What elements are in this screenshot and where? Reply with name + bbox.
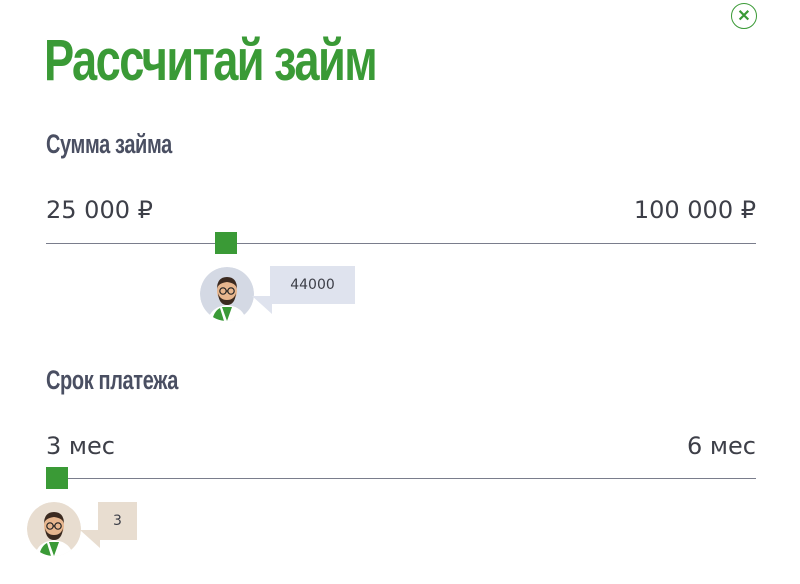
avatar-icon bbox=[27, 502, 81, 556]
page-title: Рассчитай займ bbox=[44, 28, 378, 93]
amount-section-title: Сумма займа bbox=[46, 129, 172, 159]
close-button[interactable]: ✕ bbox=[731, 3, 757, 29]
amount-value-bubble: 44000 bbox=[270, 266, 355, 304]
term-min-label: 3 мес bbox=[46, 432, 115, 460]
term-bubble-tail bbox=[80, 530, 100, 548]
close-icon: ✕ bbox=[737, 8, 751, 25]
term-avatar bbox=[27, 502, 81, 556]
term-section-title: Срок платежа bbox=[46, 365, 178, 395]
term-slider-track[interactable] bbox=[46, 478, 756, 479]
amount-max-label: 100 000 ₽ bbox=[633, 196, 756, 224]
term-value-bubble: 3 bbox=[98, 502, 137, 540]
amount-min-label: 25 000 ₽ bbox=[46, 196, 153, 224]
term-slider-handle[interactable] bbox=[46, 467, 68, 489]
avatar-icon bbox=[200, 267, 254, 321]
amount-slider-track[interactable] bbox=[46, 243, 756, 244]
term-value: 3 bbox=[113, 513, 122, 529]
amount-avatar bbox=[200, 267, 254, 321]
amount-value: 44000 bbox=[290, 277, 335, 293]
amount-bubble-tail bbox=[252, 296, 272, 314]
term-max-label: 6 мес bbox=[687, 432, 756, 460]
amount-slider-handle[interactable] bbox=[214, 232, 237, 254]
